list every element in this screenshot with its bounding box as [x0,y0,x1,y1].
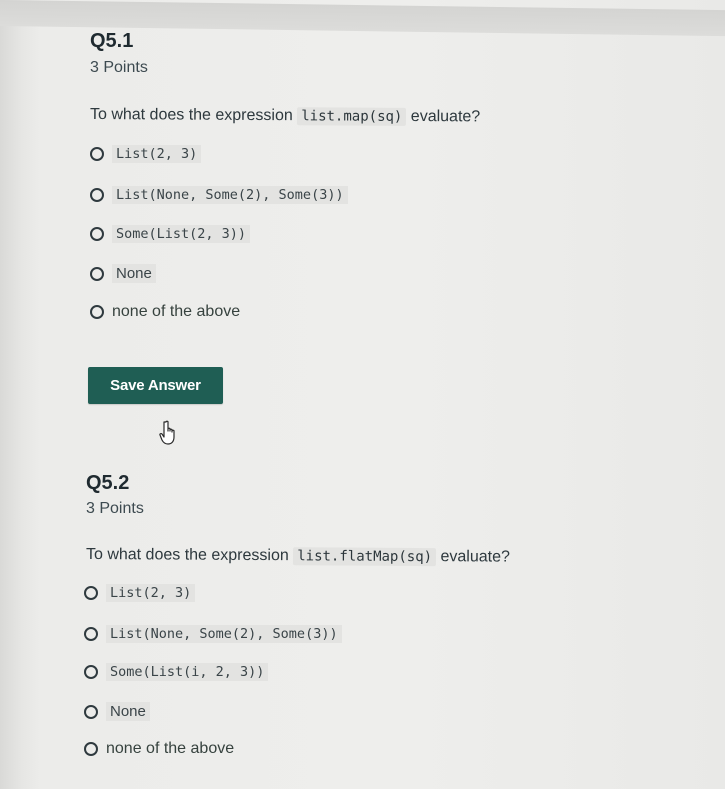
option-list-2-3[interactable]: List(2, 3) [90,145,202,163]
question-title: Q5.1 [90,30,134,52]
radio-button[interactable] [90,227,104,241]
question-title: Q5.2 [86,472,130,494]
prompt-text-after: evaluate? [436,548,510,566]
radio-button[interactable] [90,188,104,202]
option-label: None [112,264,156,283]
option-label: Some(List(i, 2, 3)) [106,663,269,681]
question-points: 3 Points [90,59,148,76]
option-list-none-some[interactable]: List(None, Some(2), Some(3)) [84,625,342,643]
question-points: 3 Points [86,500,144,517]
option-label: List(None, Some(2), Some(3)) [106,625,342,643]
question-prompt: To what does the expression list.flatMap… [86,546,510,567]
option-label: Some(List(2, 3)) [112,225,251,243]
option-list-none-some[interactable]: List(None, Some(2), Some(3)) [90,186,348,204]
save-answer-button[interactable]: Save Answer [88,367,223,404]
prompt-code: list.flatMap(sq) [293,547,437,567]
option-some-list[interactable]: Some(List(i, 2, 3)) [84,663,269,681]
option-none[interactable]: None [84,702,150,721]
hand-pointer-icon [159,420,175,445]
prompt-text-after: evaluate? [406,107,481,126]
prompt-text-before: To what does the expression [85,546,294,565]
option-label: none of the above [112,303,241,320]
option-label: List(2, 3) [106,584,196,602]
option-none-of-the-above[interactable]: none of the above [90,303,240,321]
quiz-page: Q5.1 3 Points To what does the expressio… [0,0,725,789]
option-label: none of the above [106,740,235,757]
option-label: List(None, Some(2), Some(3)) [112,186,348,204]
radio-button[interactable] [84,665,98,679]
radio-button[interactable] [90,305,104,319]
option-none-of-the-above[interactable]: none of the above [84,740,234,758]
prompt-code: list.map(sq) [297,107,407,126]
question-prompt: To what does the expression list.map(sq)… [90,106,480,126]
radio-button[interactable] [84,586,98,600]
option-list-2-3[interactable]: List(2, 3) [84,584,196,602]
option-label: List(2, 3) [112,145,202,163]
option-none[interactable]: None [90,264,156,283]
radio-button[interactable] [84,742,98,756]
prompt-text-before: To what does the expression [89,106,298,125]
option-some-list[interactable]: Some(List(2, 3)) [90,225,251,243]
radio-button[interactable] [90,266,104,281]
radio-button[interactable] [84,704,98,719]
radio-button[interactable] [90,147,104,161]
radio-button[interactable] [84,627,98,641]
option-label: None [106,702,150,721]
